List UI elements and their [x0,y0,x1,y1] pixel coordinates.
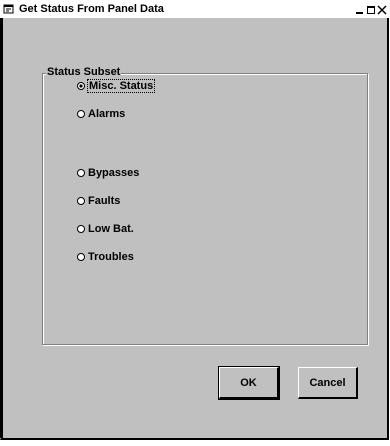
radio-troubles[interactable]: Troubles [77,250,134,263]
status-subset-label: Status Subset [46,66,122,78]
radio-unselected-icon [77,196,85,205]
radio-alarms[interactable]: Alarms [77,107,125,120]
radio-low-bat[interactable]: Low Bat. [77,222,134,235]
radio-unselected-icon [77,224,85,233]
window-app-icon[interactable] [3,3,14,14]
window-title: Get Status From Panel Data [19,3,164,15]
window-left-border [0,18,3,438]
ok-button[interactable]: OK [218,366,280,400]
radio-label: Faults [88,194,121,207]
minimize-icon[interactable] [355,5,365,15]
cancel-button[interactable]: Cancel [298,367,358,399]
radio-unselected-icon [77,168,85,177]
maximize-icon[interactable] [366,5,376,15]
radio-selected-icon [77,81,85,90]
radio-label: Bypasses [88,166,140,179]
radio-bypasses[interactable]: Bypasses [77,166,139,179]
radio-unselected-icon [77,252,85,261]
radio-label: Troubles [88,250,134,263]
radio-label: Alarms [88,107,126,120]
title-bar[interactable]: Get Status From Panel Data [0,0,390,18]
radio-faults[interactable]: Faults [77,194,120,207]
radio-unselected-icon [77,109,85,118]
radio-label: Low Bat. [88,222,134,235]
close-icon[interactable] [377,5,387,15]
radio-label: Misc. Status [86,78,156,93]
radio-misc-status[interactable]: Misc. Status [77,78,156,93]
